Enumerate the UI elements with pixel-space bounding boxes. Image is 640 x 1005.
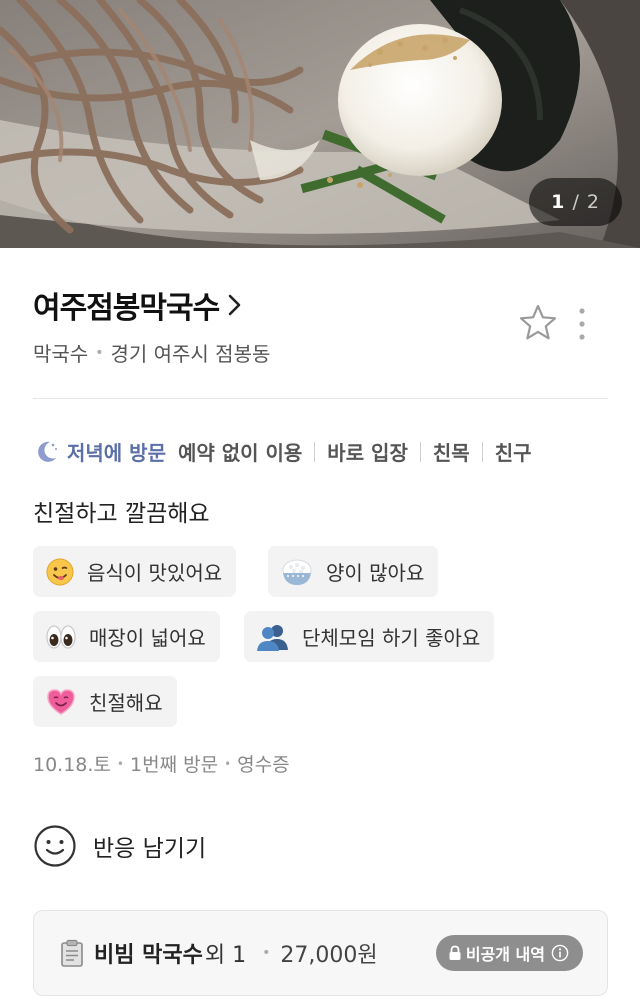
visit-tag: 친목 [432, 441, 470, 465]
visit-count: 1번째 방문 [130, 754, 219, 776]
rice-bowl-icon [282, 559, 312, 585]
visit-tag: 친구 [494, 441, 532, 465]
more-options-button[interactable] [572, 306, 592, 342]
keyword-chip: 매장이 넓어요 [33, 611, 220, 662]
private-badge-label: 비공개 내역 [465, 945, 545, 964]
place-title-link[interactable]: 여주점봉막국수 [33, 283, 243, 327]
private-badge[interactable]: 비공개 내역 [435, 935, 583, 971]
more-vertical-icon [579, 308, 585, 340]
keyword-chip: 양이 많아요 [268, 546, 439, 597]
keyword-label: 친절해요 [89, 691, 163, 715]
star-icon [519, 304, 557, 340]
visit-proof: 영수증 [237, 754, 290, 776]
receipt-icon [61, 939, 83, 967]
review-text: 친절하고 깔끔해요 [33, 501, 210, 527]
chevron-right-icon [228, 294, 241, 316]
order-price: 27,000원 [280, 943, 378, 968]
keyword-chip: 친절해요 [33, 676, 177, 727]
order-extra-count: 외 1 [204, 943, 247, 968]
separator-dot: • [95, 344, 104, 361]
keyword-label: 매장이 넓어요 [89, 626, 206, 650]
visit-tag: 예약 없이 이용 [177, 441, 303, 465]
visit-meta: 10.18.토 • 1번째 방문 • 영수증 [33, 750, 290, 777]
keyword-chip: 음식이 맛있어요 [33, 546, 237, 597]
visit-tag: 바로 입장 [327, 441, 408, 465]
photo-counter-total: 2 [586, 191, 600, 213]
visit-info-row: 저녁에 방문 예약 없이 이용 바로 입장 친목 친구 [33, 437, 532, 466]
order-menu: 비빔 막국수 [94, 943, 203, 968]
place-category: 막국수 [33, 342, 89, 366]
separator-dot: • [116, 756, 124, 771]
separator-dot: • [262, 945, 271, 961]
hero-photo[interactable]: 1 / 2 [0, 0, 640, 248]
info-icon [551, 944, 569, 962]
photo-counter-separator: / [572, 191, 580, 213]
section-divider [33, 398, 608, 399]
keyword-chip: 단체모임 하기 좋아요 [244, 611, 495, 662]
smile-outline-icon [34, 825, 76, 867]
leave-reaction-label: 반응 남기기 [93, 836, 207, 862]
photo-counter: 1 / 2 [529, 178, 622, 226]
visit-date: 10.18.토 [33, 754, 111, 776]
place-title: 여주점봉막국수 [33, 291, 220, 326]
smiley-icon [46, 558, 74, 585]
lock-icon [449, 945, 461, 960]
order-summary[interactable]: 비빔 막국수 외 1 • 27,000원 비공개 내역 [33, 910, 608, 996]
leave-reaction-button[interactable]: 반응 남기기 [33, 824, 206, 868]
heart-icon [47, 688, 75, 715]
photo-counter-current: 1 [551, 191, 566, 213]
favorite-button[interactable] [518, 303, 558, 343]
tag-divider [419, 441, 421, 462]
tag-divider [314, 441, 316, 462]
people-icon [257, 624, 288, 651]
keyword-label: 양이 많아요 [326, 561, 425, 585]
keyword-label: 단체모임 하기 좋아요 [302, 626, 481, 650]
visit-time: 저녁에 방문 [67, 441, 166, 465]
eyes-icon [46, 624, 76, 649]
separator-dot: • [224, 756, 232, 771]
place-location: 경기 여주시 점봉동 [110, 342, 271, 366]
tag-divider [481, 441, 483, 462]
place-subtitle: 막국수 • 경기 여주시 점봉동 [33, 338, 270, 367]
moon-icon [38, 441, 57, 462]
keyword-label: 음식이 맛있어요 [87, 561, 223, 585]
